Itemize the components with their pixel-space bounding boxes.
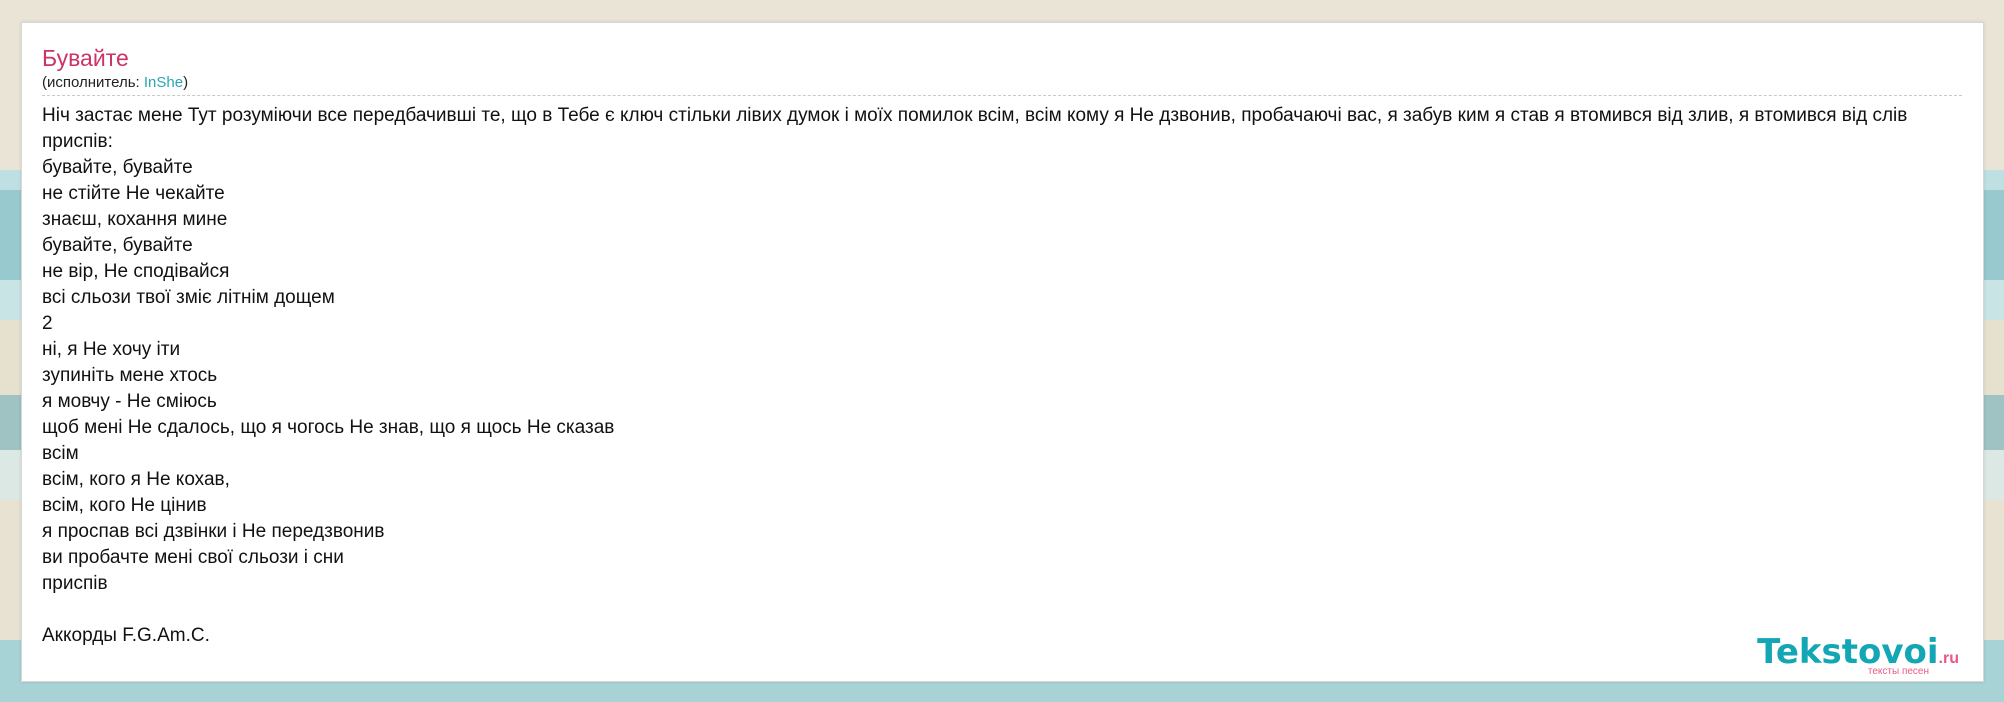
song-header: Бувайте (исполнитель: InShe) xyxy=(42,43,1962,96)
lyrics-line: зупиніть мене хтось xyxy=(42,365,218,386)
site-logo[interactable]: Tekstovoi.ru тексты песен xyxy=(1757,634,1959,677)
artist-line: (исполнитель: InShe) xyxy=(42,73,1962,93)
lyrics-line: бувайте, бувайте xyxy=(42,235,193,256)
lyrics-card: Бувайте (исполнитель: InShe) Ніч застає … xyxy=(21,22,1984,682)
lyrics-line: я мовчу - Не сміюсь xyxy=(42,391,217,412)
lyrics-line: я проспав всі дзвінки і Не передзвонив xyxy=(42,521,385,542)
lyrics-line: щоб мені Не сдалось, що я чогось Не знав… xyxy=(42,417,615,438)
lyrics-line: не стійте Не чекайте xyxy=(42,183,225,204)
artist-prefix: (исполнитель: xyxy=(42,74,144,91)
lyrics-text: Ніч застає мене Тут розуміючи все передб… xyxy=(42,103,1983,649)
lyrics-line: знаєш, кохання мине xyxy=(42,209,228,230)
lyrics-line: всім, кого я Не кохав, xyxy=(42,469,230,490)
artist-suffix: ) xyxy=(183,74,189,91)
lyrics-line: приспів: xyxy=(42,131,113,152)
lyrics-line: Ніч застає мене Тут розуміючи все передб… xyxy=(42,105,1908,126)
lyrics-line: всі сльози твої зміє літнім дощем xyxy=(42,287,335,308)
logo-tld: .ru xyxy=(1938,650,1959,667)
lyrics-line: не вір, Не сподівайся xyxy=(42,261,230,282)
lyrics-line: ні, я Не хочу іти xyxy=(42,339,181,360)
lyrics-line: Аккорды F.G.Am.C. xyxy=(42,625,210,646)
lyrics-line: всім, кого Не цінив xyxy=(42,495,207,516)
lyrics-line: приспів xyxy=(42,573,108,594)
lyrics-line: 2 xyxy=(42,313,53,334)
lyrics-line: ви пробачте мені свої сльози і сни xyxy=(42,547,344,568)
lyrics-line: бувайте, бувайте xyxy=(42,157,193,178)
lyrics-line xyxy=(42,597,1983,623)
song-title: Бувайте xyxy=(42,45,129,71)
lyrics-line: всім xyxy=(42,443,79,464)
artist-link[interactable]: InShe xyxy=(144,74,183,91)
